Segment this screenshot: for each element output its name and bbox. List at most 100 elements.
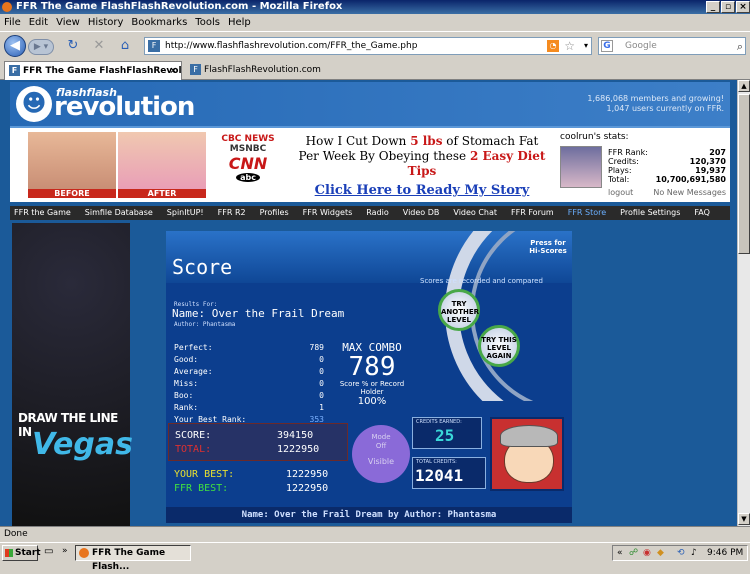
- new-messages-link[interactable]: No New Messages: [653, 188, 726, 197]
- tab-ffr-game[interactable]: F FFR The Game FlashFlashRevolu... ×: [4, 61, 182, 80]
- nav-profiles[interactable]: Profiles: [260, 208, 289, 217]
- site-header: ☻ flashflash revolution 1,686,068 member…: [10, 82, 730, 128]
- stop-icon[interactable]: ✕: [90, 38, 108, 54]
- nav-ffr-widgets[interactable]: FFR Widgets: [303, 208, 353, 217]
- url-bar[interactable]: F http://www.flashflashrevolution.com/FF…: [144, 37, 592, 55]
- menu-view[interactable]: View: [56, 17, 80, 28]
- menu-tools[interactable]: Tools: [195, 17, 220, 28]
- count-value: 1: [319, 403, 324, 412]
- clock[interactable]: 9:46 PM: [707, 546, 743, 560]
- ad-row: BEFORE AFTER CBC NEWS MSNBC CNN abc How …: [10, 128, 730, 202]
- bookmark-star-icon[interactable]: ☆: [564, 38, 575, 54]
- forward-arrow-icon[interactable]: ▶ ▾: [28, 39, 54, 55]
- try-level-again-button[interactable]: TRY THIS LEVEL AGAIN: [478, 325, 520, 367]
- abc-logo: abc: [236, 173, 260, 182]
- tray-app-icon[interactable]: ◆: [657, 546, 664, 560]
- user-stats-box: coolrun's stats: FFR Rank: 207 Credits: 12…: [558, 130, 730, 200]
- show-desktop-icon[interactable]: ▭: [44, 546, 53, 557]
- url-dropdown-icon[interactable]: ▾: [584, 38, 588, 54]
- nav-simfile-database[interactable]: Simfile Database: [85, 208, 153, 217]
- max-combo-value: 789: [348, 352, 396, 382]
- online-line: 1,047 users currently on FFR.: [606, 104, 725, 113]
- credits-earned-value: 25: [435, 426, 455, 445]
- quicklaunch-expand-icon[interactable]: »: [62, 546, 68, 556]
- tab-ffr-home[interactable]: F FlashFlashRevolution.com: [186, 61, 364, 80]
- back-arrow-icon[interactable]: ◀: [4, 35, 26, 57]
- your-best-label: YOUR BEST:: [174, 469, 235, 480]
- maximize-button[interactable]: ▫: [721, 1, 735, 13]
- count-value: 0: [319, 379, 324, 388]
- nav-video-chat[interactable]: Video Chat: [453, 208, 497, 217]
- menu-bookmarks[interactable]: Bookmarks: [131, 17, 187, 28]
- rss-feed-icon[interactable]: ◔: [547, 40, 559, 52]
- ad-headline-red1: 5 lbs: [410, 134, 443, 148]
- navigation-toolbar: ◀ ▶ ▾ ↻ ✕ ⌂ F http://www.flashflashrevol…: [0, 31, 750, 59]
- close-button[interactable]: ×: [736, 1, 750, 13]
- menu-bar: File Edit View History Bookmarks Tools Help: [0, 14, 750, 31]
- taskbar-firefox-button[interactable]: FFR The Game Flash...: [75, 545, 191, 572]
- tray-expand-icon[interactable]: «: [617, 546, 623, 560]
- scroll-thumb[interactable]: [738, 94, 750, 254]
- search-field[interactable]: G Google ⌕: [598, 37, 746, 55]
- stats-title: coolrun's stats:: [560, 132, 629, 142]
- stat-row: Credits: 120,370: [608, 157, 726, 166]
- nav-ffr-the-game[interactable]: FFR the Game: [14, 208, 71, 217]
- stat-row: Total: 10,700,691,580: [608, 175, 726, 184]
- firefox-icon: [2, 2, 12, 12]
- search-engine-icon[interactable]: G: [601, 40, 613, 52]
- side-ad[interactable]: DRAW THE LINE IN Vegas: [12, 223, 133, 526]
- taskbar: Start ▭ » FFR The Game Flash... « ☍ ◉ ◆ …: [0, 542, 750, 572]
- decorative-swirl: [445, 231, 534, 401]
- scroll-up-icon[interactable]: ▲: [738, 80, 750, 92]
- count-row: Boo: 0: [174, 391, 324, 400]
- nav-video-db[interactable]: Video DB: [403, 208, 440, 217]
- search-icon[interactable]: ⌕: [737, 39, 743, 55]
- avatar[interactable]: [560, 146, 602, 188]
- start-button[interactable]: Start: [2, 545, 41, 561]
- news-logos: CBC NEWS MSNBC CNN abc: [208, 134, 288, 196]
- mode-toggle[interactable]: Mode Off Visible: [352, 425, 410, 483]
- try-another-level-button[interactable]: TRY ANOTHER LEVEL: [438, 289, 480, 331]
- nav-ffr-r2[interactable]: FFR R2: [218, 208, 246, 217]
- home-icon[interactable]: ⌂: [116, 38, 134, 54]
- count-value: 0: [319, 391, 324, 400]
- start-label: Start: [15, 548, 41, 558]
- ad-link[interactable]: Click Here to Ready My Story: [294, 183, 550, 198]
- minimize-button[interactable]: _: [706, 1, 720, 13]
- menu-history[interactable]: History: [88, 17, 124, 28]
- ffr-best-label: FFR BEST:: [174, 483, 229, 494]
- window-titlebar: FFR The Game FlashFlashRevolution.com - …: [0, 0, 750, 14]
- banner-ad[interactable]: BEFORE AFTER CBC NEWS MSNBC CNN abc How …: [10, 128, 550, 202]
- nav-spinitup[interactable]: SpinItUP!: [167, 208, 204, 217]
- menu-edit[interactable]: Edit: [29, 17, 48, 28]
- search-placeholder: Google: [625, 41, 657, 51]
- tray-security-icon[interactable]: ◉: [643, 546, 651, 560]
- tray-network-icon[interactable]: ☍: [629, 546, 638, 560]
- menu-file[interactable]: File: [4, 17, 21, 28]
- tab-label: FlashFlashRevolution.com: [204, 65, 321, 75]
- tab-close-icon[interactable]: ×: [169, 62, 177, 80]
- logout-link[interactable]: logout: [608, 188, 633, 197]
- menu-help[interactable]: Help: [228, 17, 251, 28]
- nav-faq[interactable]: FAQ: [694, 208, 710, 217]
- tab-favicon-icon: F: [190, 64, 201, 75]
- count-row: Miss: 0: [174, 379, 324, 388]
- logo-big-text[interactable]: revolution: [54, 92, 195, 122]
- tab-label: FFR The Game FlashFlashRevolu...: [23, 66, 182, 76]
- reload-icon[interactable]: ↻: [64, 38, 82, 54]
- tray-update-icon[interactable]: ⟲: [677, 546, 685, 560]
- volume-icon[interactable]: ♪: [691, 546, 697, 560]
- scroll-down-icon[interactable]: ▼: [738, 513, 750, 525]
- total-label: TOTAL:: [175, 444, 212, 455]
- ffr-logo-icon[interactable]: ☻: [16, 86, 52, 122]
- site-nav: FFR the Game Simfile Database SpinItUP! FFR…: [10, 206, 730, 220]
- song-footer: Name: Over the Frail Dream by Author: Ph…: [166, 507, 572, 523]
- nav-radio[interactable]: Radio: [366, 208, 388, 217]
- url-text: http://www.flashflashrevolution.com/FFR_…: [165, 41, 418, 51]
- page-scrollbar[interactable]: ▲ ▼: [737, 80, 750, 526]
- nav-ffr-store[interactable]: FFR Store: [568, 208, 606, 217]
- nav-profile-settings[interactable]: Profile Settings: [620, 208, 680, 217]
- hi-scores-button[interactable]: Press for Hi-Scores: [526, 239, 570, 255]
- count-row: Average: 0: [174, 367, 324, 376]
- nav-ffr-forum[interactable]: FFR Forum: [511, 208, 554, 217]
